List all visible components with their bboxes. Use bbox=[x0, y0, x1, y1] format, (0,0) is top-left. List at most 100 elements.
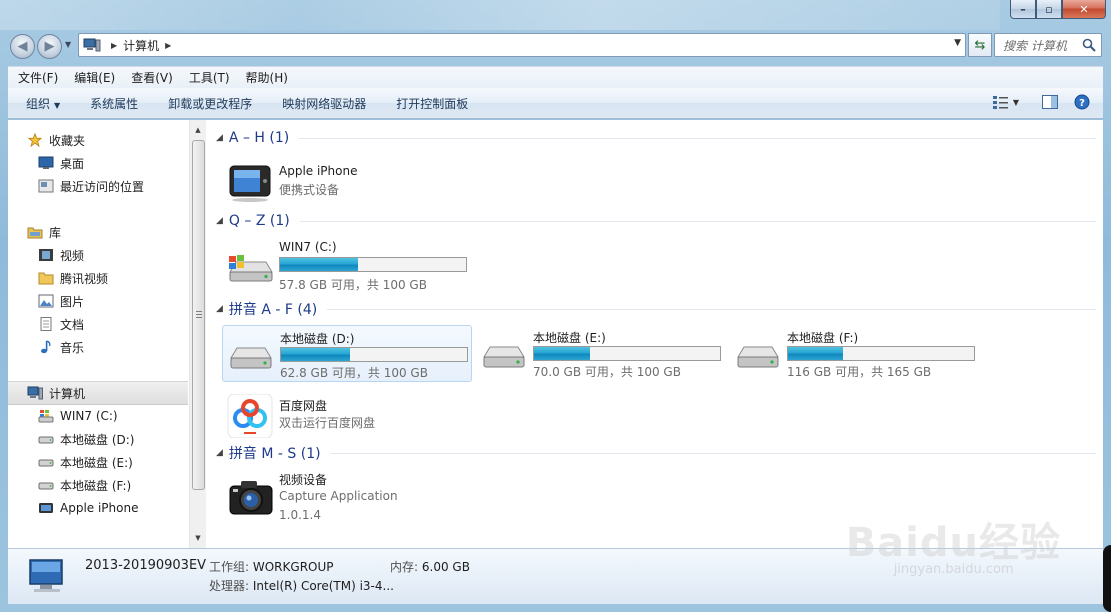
pictures-icon bbox=[38, 294, 54, 308]
nav-drive-c[interactable]: WIN7 (C:) bbox=[38, 405, 118, 427]
menu-help[interactable]: 帮助(H) bbox=[246, 69, 288, 86]
nav-apple-iphone[interactable]: Apple iPhone bbox=[38, 497, 138, 519]
capacity-bar-fill bbox=[788, 347, 844, 360]
nav-music[interactable]: 音乐 bbox=[38, 336, 84, 358]
item-drive-c[interactable]: WIN7 (C:) 57.8 GB 可用，共 100 GB bbox=[222, 236, 472, 293]
item-free-space: 62.8 GB 可用，共 100 GB bbox=[280, 366, 428, 380]
address-bar[interactable]: ▶ 计算机 ▶ ▼ bbox=[78, 33, 966, 57]
portable-device-icon bbox=[39, 503, 53, 513]
uninstall-program-button[interactable]: 卸载或更改程序 bbox=[168, 95, 252, 112]
nav-tencent-video[interactable]: 腾讯视频 bbox=[38, 267, 108, 289]
recent-pages-dropdown[interactable]: ▼ bbox=[65, 40, 71, 49]
nav-drive-f[interactable]: 本地磁盘 (F:) bbox=[38, 474, 131, 496]
address-dropdown[interactable]: ▼ bbox=[954, 38, 961, 48]
forward-button[interactable]: ▶ bbox=[37, 34, 62, 59]
item-description: 便携式设备 bbox=[279, 183, 340, 197]
group-header-pinyin-a-f[interactable]: ◢ 拼音 A - F (4) bbox=[216, 299, 1096, 319]
help-icon[interactable]: ? bbox=[1073, 94, 1091, 110]
maximize-button[interactable]: ▫ bbox=[1036, 0, 1062, 19]
scroll-down-icon[interactable]: ▼ bbox=[190, 530, 206, 546]
refresh-button[interactable]: ⇆ bbox=[968, 33, 992, 57]
collapse-icon[interactable]: ◢ bbox=[216, 216, 223, 226]
nav-tencent-video-label: 腾讯视频 bbox=[60, 271, 109, 286]
chevron-down-icon: ▼ bbox=[54, 100, 61, 110]
group-header-q-z[interactable]: ◢ Q – Z (1) bbox=[216, 211, 1096, 231]
nav-drive-d[interactable]: 本地磁盘 (D:) bbox=[38, 428, 134, 450]
menu-tools[interactable]: 工具(T) bbox=[189, 69, 230, 86]
back-button[interactable]: ◀ bbox=[10, 34, 35, 59]
item-video-device[interactable]: 视频设备 Capture Application 1.0.1.4 bbox=[222, 468, 472, 528]
item-version: 1.0.1.4 bbox=[279, 508, 321, 522]
view-options-icon[interactable] bbox=[992, 94, 1010, 110]
item-apple-iphone[interactable]: Apple iPhone 便携式设备 bbox=[222, 154, 472, 211]
collapse-icon[interactable]: ◢ bbox=[216, 133, 223, 143]
group-divider bbox=[330, 452, 1096, 454]
hard-drive-icon bbox=[230, 347, 272, 369]
menu-bar: 文件(F) 编辑(E) 查看(V) 工具(T) 帮助(H) bbox=[8, 66, 1103, 88]
search-icon[interactable] bbox=[1082, 38, 1096, 52]
group-header-pinyin-m-s[interactable]: ◢ 拼音 M - S (1) bbox=[216, 443, 1096, 463]
desktop-icon bbox=[38, 156, 54, 169]
scroll-up-icon[interactable]: ▲ bbox=[190, 122, 206, 138]
nav-pictures-label: 图片 bbox=[60, 294, 85, 309]
item-description: 双击运行百度网盘 bbox=[279, 416, 376, 430]
collapse-icon[interactable]: ◢ bbox=[216, 448, 223, 458]
breadcrumb-chevron-icon[interactable]: ▶ bbox=[111, 41, 117, 50]
svg-text:?: ? bbox=[1079, 98, 1085, 109]
workgroup-field: 工作组: WORKGROUP bbox=[209, 558, 334, 575]
item-baidu-netdisk[interactable]: 百度网盘 双击运行百度网盘 bbox=[222, 388, 472, 445]
item-name: 视频设备 bbox=[279, 473, 328, 487]
item-drive-d[interactable]: 本地磁盘 (D:) 62.8 GB 可用，共 100 GB bbox=[222, 325, 472, 382]
preview-pane-icon[interactable] bbox=[1041, 94, 1059, 110]
scroll-thumb[interactable] bbox=[192, 140, 205, 490]
cpu-value: Intel(R) Core(TM) i3-4... bbox=[252, 579, 394, 593]
video-library-icon bbox=[39, 249, 53, 261]
hard-drive-icon bbox=[483, 346, 525, 368]
computer-icon bbox=[29, 559, 63, 592]
open-control-panel-button[interactable]: 打开控制面板 bbox=[396, 95, 468, 112]
nav-favorites[interactable]: 收藏夹 bbox=[27, 129, 85, 151]
arrow-right-icon: ▶ bbox=[44, 39, 55, 54]
close-button[interactable]: ✕ bbox=[1062, 0, 1106, 19]
workgroup-label: 工作组: bbox=[209, 560, 250, 574]
item-free-space: 57.8 GB 可用，共 100 GB bbox=[279, 278, 427, 292]
cpu-label: 处理器: bbox=[209, 579, 250, 593]
nav-recent-places[interactable]: 最近访问的位置 bbox=[38, 175, 144, 197]
cpu-field: 处理器: Intel(R) Core(TM) i3-4... bbox=[209, 577, 394, 594]
chevron-down-icon[interactable]: ▼ bbox=[1013, 98, 1019, 107]
nav-videos[interactable]: 视频 bbox=[38, 244, 84, 266]
computer-icon bbox=[27, 386, 43, 400]
nav-recent-places-label: 最近访问的位置 bbox=[60, 179, 145, 194]
scroll-grip bbox=[196, 311, 202, 319]
menu-edit[interactable]: 编辑(E) bbox=[74, 69, 115, 86]
system-properties-button[interactable]: 系统属性 bbox=[90, 95, 138, 112]
nav-computer[interactable]: 计算机 bbox=[27, 382, 85, 404]
breadcrumb-chevron-icon[interactable]: ▶ bbox=[165, 41, 171, 50]
minimize-button[interactable]: – bbox=[1010, 0, 1036, 19]
item-name: 本地磁盘 (D:) bbox=[280, 332, 355, 346]
nav-scrollbar[interactable]: ▲ ▼ bbox=[189, 120, 206, 548]
nav-drive-e[interactable]: 本地磁盘 (E:) bbox=[38, 451, 133, 473]
nav-libraries[interactable]: 库 bbox=[27, 221, 61, 243]
map-network-drive-button[interactable]: 映射网络驱动器 bbox=[282, 95, 366, 112]
item-name: 本地磁盘 (F:) bbox=[787, 331, 859, 345]
item-drive-e[interactable]: 本地磁盘 (E:) 70.0 GB 可用，共 100 GB bbox=[476, 325, 726, 382]
hard-drive-icon bbox=[38, 459, 54, 467]
workgroup-value: WORKGROUP bbox=[252, 560, 334, 574]
group-header-a-h[interactable]: ◢ A – H (1) bbox=[216, 128, 1096, 148]
search-input[interactable]: 搜索 计算机 bbox=[994, 33, 1102, 57]
menu-file[interactable]: 文件(F) bbox=[18, 69, 58, 86]
baidu-jingyan-watermark: Baidu经验 jingyan.baidu.com bbox=[846, 510, 1061, 577]
organize-button[interactable]: 组织 ▼ bbox=[26, 95, 60, 112]
nav-pictures[interactable]: 图片 bbox=[38, 290, 84, 312]
nav-desktop[interactable]: 桌面 bbox=[38, 152, 84, 174]
hard-drive-icon bbox=[737, 346, 779, 368]
collapse-icon[interactable]: ◢ bbox=[216, 304, 223, 314]
menu-view[interactable]: 查看(V) bbox=[131, 69, 173, 86]
title-bar bbox=[0, 0, 1000, 30]
nav-documents[interactable]: 文档 bbox=[38, 313, 84, 335]
item-name: WIN7 (C:) bbox=[279, 240, 337, 254]
item-drive-f[interactable]: 本地磁盘 (F:) 116 GB 可用，共 165 GB bbox=[730, 325, 980, 382]
item-free-space: 70.0 GB 可用，共 100 GB bbox=[533, 365, 681, 379]
breadcrumb-computer[interactable]: 计算机 bbox=[123, 37, 159, 54]
